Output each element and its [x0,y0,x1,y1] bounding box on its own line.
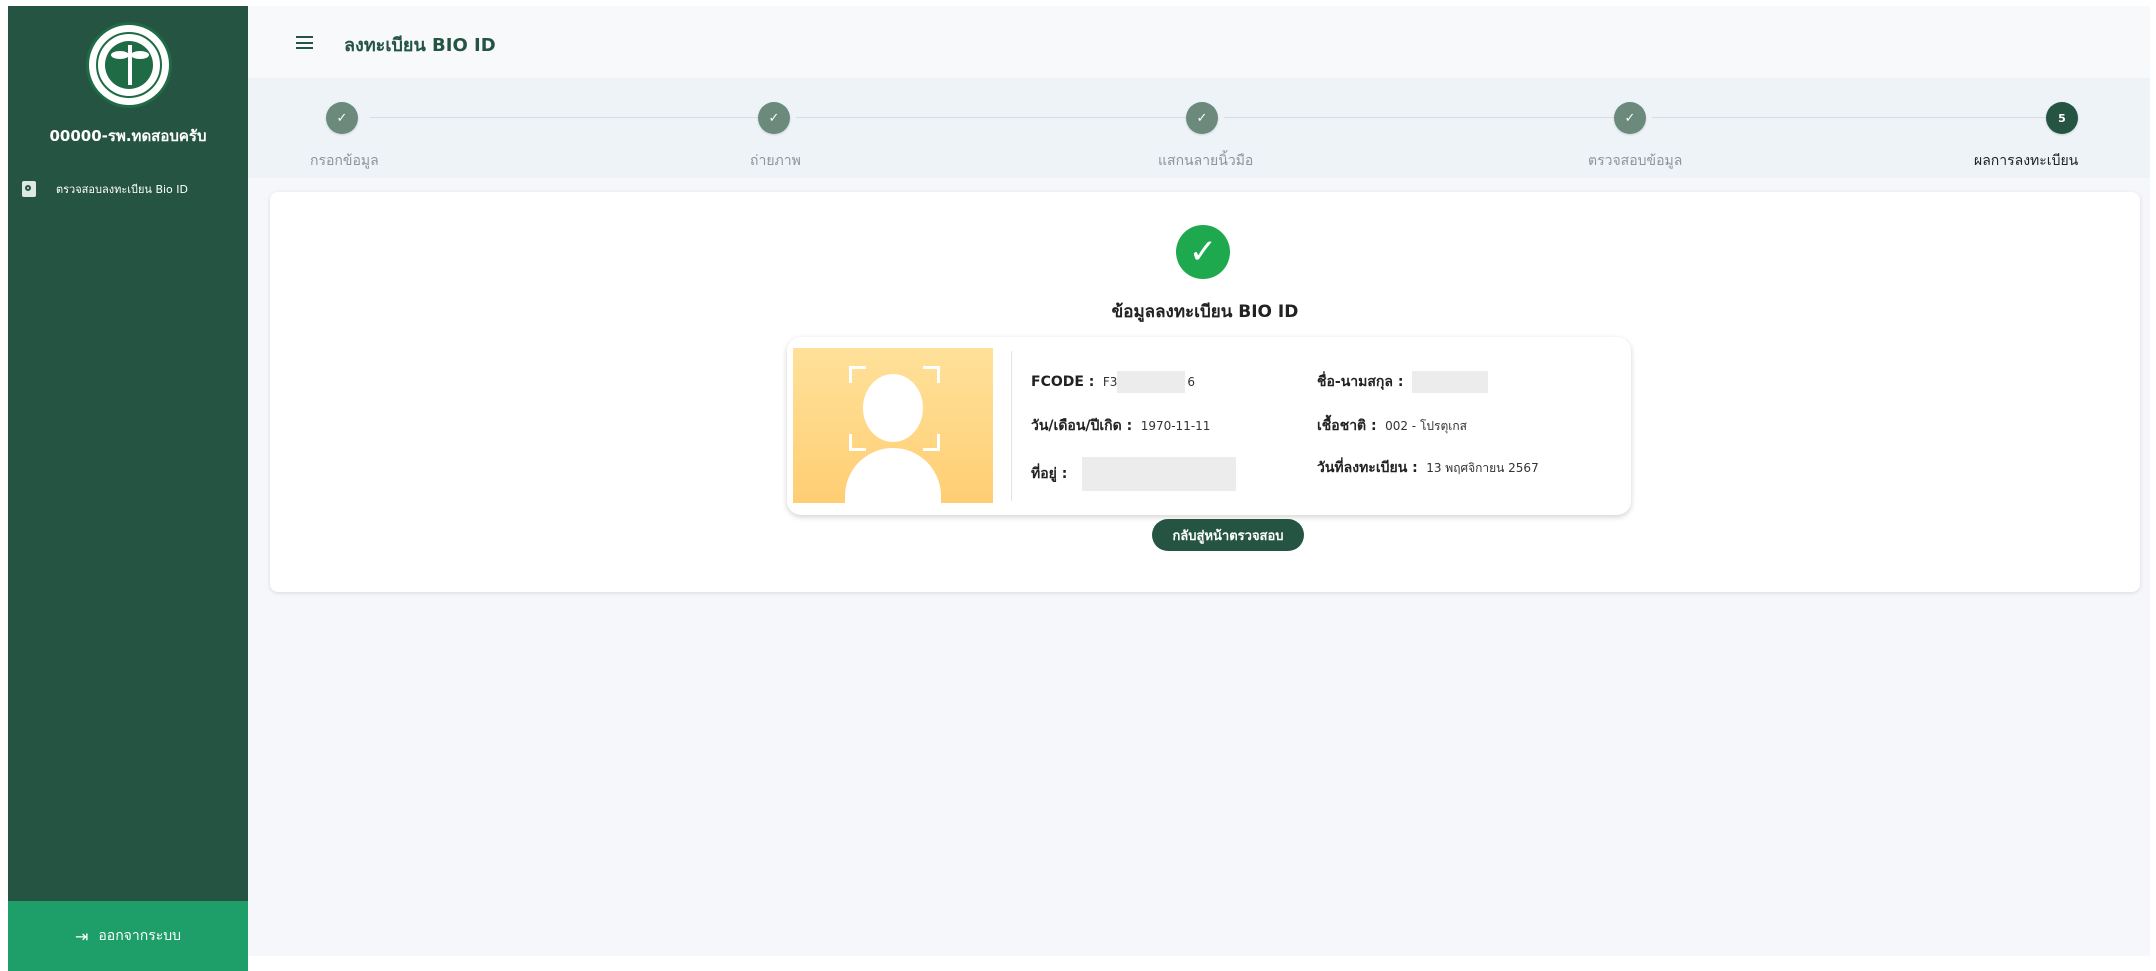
dob-field: วัน/เดือน/ปีเกิด : 1970-11-11 [1031,418,1211,434]
step-1-indicator: ✓ [326,102,358,134]
person-icon [863,374,923,442]
ministry-logo [86,22,172,108]
back-to-check-button[interactable]: กลับสู่หน้าตรวจสอบ [1152,519,1304,551]
name-field: ชื่อ-นามสกุล : [1317,371,1488,393]
step-label: ตรวจสอบข้อมูล [1588,153,1683,169]
page-title: ลงทะเบียน BIO ID [344,35,496,56]
check-icon: ✓ [1624,110,1636,126]
step-label: แสกนลายนิ้วมือ [1158,153,1254,169]
menu-icon[interactable] [296,36,313,49]
logout-icon: ⇥ [74,926,89,946]
step-label: ผลการลงทะเบียน [1974,153,2079,169]
check-icon: ✓ [768,110,780,126]
nationality-field: เชื้อชาติ : 002 - โปรตุเกส [1317,418,1467,434]
step-2-indicator: ✓ [758,102,790,134]
step-label: ถ่ายภาพ [750,153,801,169]
face-photo-placeholder [793,348,993,503]
step-label: กรอกข้อมูล [310,153,379,169]
logout-button[interactable]: ⇥ ออกจากระบบ [8,901,248,971]
main-content: ลงทะเบียน BIO ID ✓ ✓ ✓ ✓ 5 กรอกข้อมูล ถ่… [248,6,2150,956]
fcode-field: FCODE : F3 6 [1031,371,1195,393]
registration-info: FCODE : F3 6 วัน/เดือน/ปีเกิด : 1970-11-1… [787,337,1631,515]
sidebar: 00000-รพ.ทดสอบครับ ตรวจสอบลงทะเบียน Bio … [8,6,248,971]
result-title: ข้อมูลลงทะเบียน BIO ID [1111,302,1299,322]
step-connector [796,117,1190,118]
step-connector [1652,117,2048,118]
registration-date-field: วันที่ลงทะเบียน : 13 พฤศจิกายน 2567 [1317,460,1539,476]
redacted-value [1411,371,1488,393]
sidebar-item-label: ตรวจสอบลงทะเบียน Bio ID [56,183,188,196]
step-connector [1224,117,1618,118]
logout-label: ออกจากระบบ [98,928,182,944]
result-card: ✓ ข้อมูลลงทะเบียน BIO ID FCODE : F3 6 วัน… [270,192,2140,592]
success-check-icon: ✓ [1176,225,1230,279]
sidebar-item-check-registration[interactable]: ตรวจสอบลงทะเบียน Bio ID [22,177,242,201]
org-name: 00000-รพ.ทดสอบครับ [49,127,207,145]
step-4-indicator: ✓ [1614,102,1646,134]
redacted-value [1117,371,1186,393]
search-document-icon [22,181,36,197]
redacted-value [1081,457,1236,491]
topbar: ลงทะเบียน BIO ID [248,6,2150,78]
step-connector [370,117,760,118]
step-3-indicator: ✓ [1186,102,1218,134]
step-number: 5 [2058,111,2066,125]
check-icon: ✓ [336,110,348,126]
address-field: ที่อยู่ : [1031,457,1236,491]
check-icon: ✓ [1196,110,1208,126]
step-5-indicator: 5 [2046,102,2078,134]
